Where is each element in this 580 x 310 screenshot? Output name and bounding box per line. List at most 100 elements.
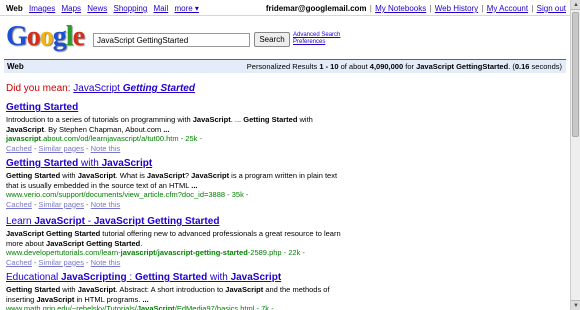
separator: | — [429, 4, 432, 13]
text-part: javascript-getting-started — [157, 248, 248, 257]
search-result: Getting Started Introduction to a series … — [6, 102, 351, 153]
text-part: . Abstract: A short introduction to — [115, 285, 226, 294]
logo-letter: e — [72, 21, 85, 52]
search-result: Learn JavaScript - JavaScript Getting St… — [6, 216, 351, 267]
stats-range: 1 - 10 — [319, 62, 339, 71]
text-part: javascript — [6, 134, 42, 143]
scroll-down-arrow-icon[interactable]: ▼ — [571, 300, 580, 310]
result-title-link[interactable]: Getting Started — [6, 102, 351, 114]
nav-images-link[interactable]: Images — [29, 4, 55, 13]
top-divider — [0, 15, 570, 16]
text-part: ... — [191, 180, 198, 190]
web-history-link[interactable]: Web History — [435, 4, 478, 13]
text-part: .about.com/od/learnjavascript/a/tut00.ht… — [41, 134, 202, 143]
search-result: Educational JavaScripting : Getting Star… — [6, 272, 351, 310]
text-part: Getting Started — [86, 238, 141, 248]
text-part: with — [60, 171, 78, 180]
text-part: JavaScript Getting Started — [6, 229, 101, 238]
stats-bar-label: Web — [7, 62, 24, 71]
text-part: JavaScript — [136, 304, 175, 310]
text-part: Getting Started — [6, 285, 61, 294]
did-you-mean-suggestion[interactable]: JavaScript Getting Started — [73, 83, 195, 94]
preferences-link[interactable]: Preferences — [293, 39, 340, 46]
text-part: JavaScript — [230, 272, 282, 283]
text-part: Educational — [6, 272, 62, 283]
note-this-link[interactable]: Note this — [91, 144, 121, 153]
separator: - — [83, 199, 91, 209]
result-snippet: JavaScript Getting Started tutorial offe… — [6, 229, 351, 248]
search-button[interactable]: Search — [254, 32, 290, 47]
text-part: with — [207, 272, 231, 283]
result-snippet: Getting Started with JavaScript. Abstrac… — [6, 285, 351, 304]
text-part: JavaScript — [46, 238, 84, 248]
similar-pages-link[interactable]: Similar pages — [39, 258, 84, 267]
text-part: Getting Started — [6, 158, 79, 169]
cached-link[interactable]: Cached — [6, 200, 32, 209]
suggestion-emph: Getting Started — [122, 83, 195, 94]
text-part: with — [78, 158, 102, 169]
cached-link[interactable]: Cached — [6, 144, 32, 153]
text-part: -2589.php - 22k - — [247, 248, 305, 257]
text-part: Getting Started — [6, 171, 61, 180]
nav-shopping-link[interactable]: Shopping — [114, 4, 148, 13]
result-title-link[interactable]: Educational JavaScripting : Getting Star… — [6, 272, 351, 284]
note-this-link[interactable]: Note this — [91, 200, 121, 209]
text-part: Getting Started — [134, 272, 208, 283]
note-this-link[interactable]: Note this — [91, 258, 121, 267]
separator: - — [31, 199, 39, 209]
separator: - — [31, 143, 39, 153]
my-notebooks-link[interactable]: My Notebooks — [375, 4, 426, 13]
account-bar: fridemar@googlemail.com | My Notebooks |… — [266, 4, 566, 13]
logo-letter: g — [52, 21, 67, 52]
stats-time: 0.16 — [514, 62, 530, 71]
result-url-line: www.developertutorials.com/learn-javascr… — [6, 248, 351, 258]
text-part: ... — [163, 124, 170, 134]
text-part: javascript — [120, 248, 156, 257]
cached-link[interactable]: Cached — [6, 258, 32, 267]
scroll-up-arrow-icon[interactable]: ▲ — [571, 0, 580, 10]
result-links: Cached - Similar pages - Note this — [6, 258, 351, 268]
text-part: /EdMedia97/basics.html - 7k - — [174, 304, 274, 310]
nav-more-link[interactable]: more ▾ — [174, 4, 198, 13]
logo-letter: o — [26, 21, 41, 52]
text-part: . ... — [230, 115, 244, 124]
did-you-mean-prompt: Did you mean: — [6, 83, 71, 94]
stats-count: 4,090,000 — [369, 62, 404, 71]
suggestion-plain: JavaScript — [73, 83, 120, 94]
vertical-scrollbar[interactable]: ▲ ▼ — [570, 0, 580, 310]
text-part: JavaScripting — [61, 272, 127, 283]
text-part: in HTML programs. — [74, 294, 143, 304]
text-part: JavaScript — [34, 216, 85, 227]
text-part: ... — [142, 294, 149, 304]
separator: - — [83, 257, 91, 267]
top-nav: Web Images Maps News Shopping Mail more … — [6, 4, 203, 13]
stats-prefix: Personalized Results — [246, 62, 320, 71]
advanced-search-link[interactable]: Advanced Search — [293, 32, 340, 39]
sign-out-link[interactable]: Sign out — [537, 4, 566, 13]
my-account-link[interactable]: My Account — [487, 4, 528, 13]
text-part: JavaScript — [191, 171, 230, 180]
results-stats-bar: Web Personalized Results 1 - 10 of about… — [4, 59, 566, 73]
result-url-line: www.math.grin.edu/~rebelsky/Tutorials/Ja… — [6, 304, 351, 310]
similar-pages-link[interactable]: Similar pages — [39, 200, 84, 209]
result-title-link[interactable]: Getting Started with JavaScript — [6, 158, 351, 170]
result-title-link[interactable]: Learn JavaScript - JavaScript Getting St… — [6, 216, 351, 228]
stats-time-prefix: . ( — [508, 62, 515, 71]
text-part: with — [60, 285, 78, 294]
logo-letter: l — [65, 21, 74, 52]
google-logo[interactable]: Google — [6, 22, 88, 52]
nav-maps-link[interactable]: Maps — [61, 4, 81, 13]
result-url-line: www.verio.com/support/documents/view_art… — [6, 190, 351, 200]
search-input[interactable] — [93, 33, 250, 47]
scroll-thumb[interactable] — [572, 12, 579, 137]
logo-letter: o — [39, 21, 54, 52]
result-links: Cached - Similar pages - Note this — [6, 144, 351, 154]
nav-mail-link[interactable]: Mail — [154, 4, 169, 13]
result-snippet: Introduction to a series of tutorials on… — [6, 115, 351, 134]
nav-news-link[interactable]: News — [87, 4, 107, 13]
text-part: JavaScript Getting Started — [93, 216, 220, 227]
text-part: www.verio.com/support/documents/view_art… — [6, 190, 249, 199]
text-part: JavaScript — [225, 285, 264, 294]
similar-pages-link[interactable]: Similar pages — [39, 144, 84, 153]
text-part: www.math.grin.edu/~rebelsky/Tutorials/ — [6, 304, 137, 310]
